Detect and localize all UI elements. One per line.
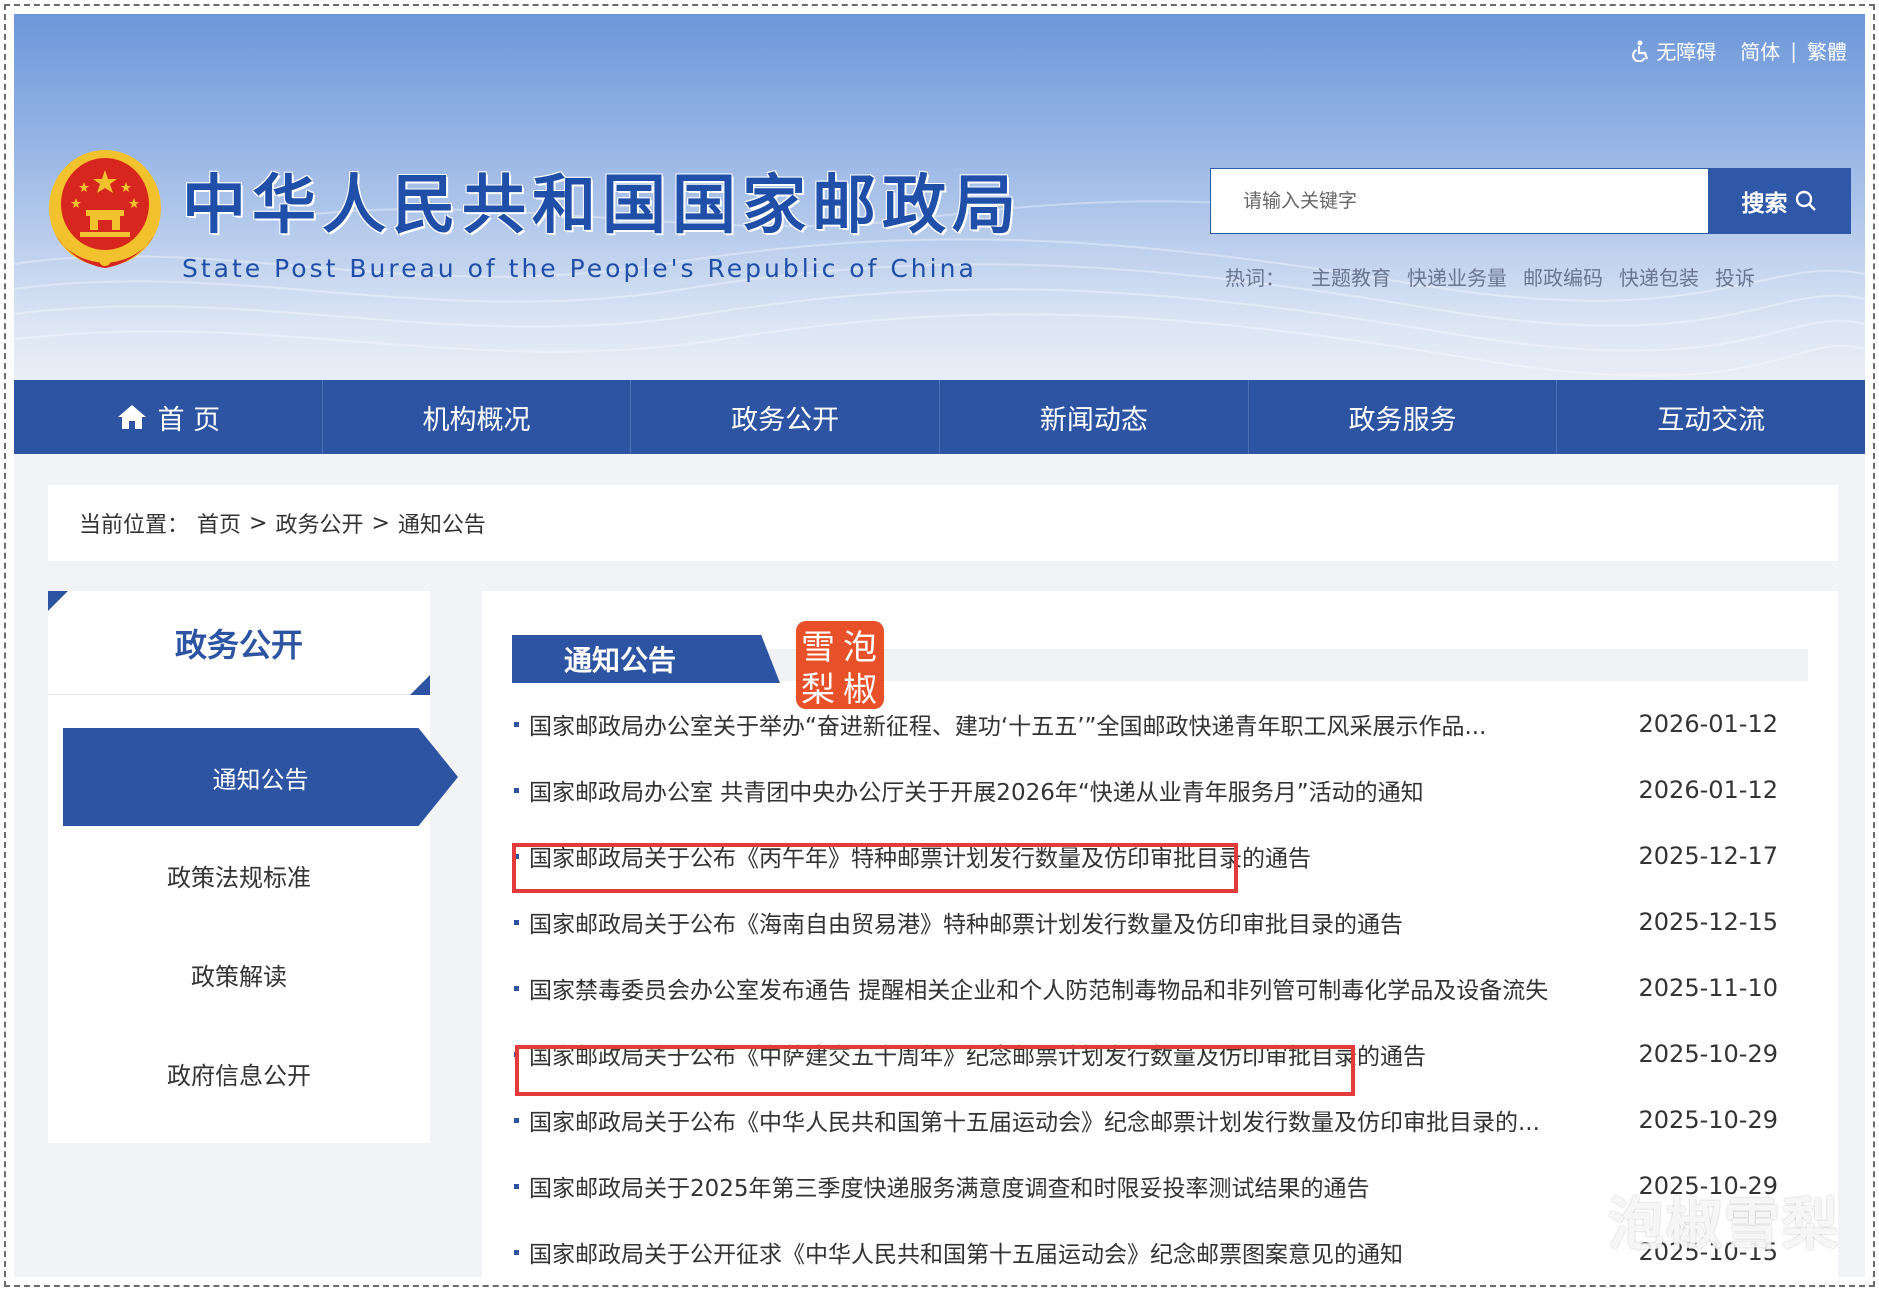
bullet-icon [514, 721, 519, 727]
top-links: 无障碍 简体 | 繁體 [1632, 36, 1847, 65]
sidebar-item-government-info[interactable]: 政府信息公开 [48, 1024, 430, 1122]
page: 无障碍 简体 | 繁體 中华人民共和国国家邮政局 State Post Bure… [14, 14, 1865, 1277]
nav-item-label: 机构概况 [422, 404, 531, 436]
news-title[interactable]: 国家邮政局办公室 共青团中央办公厅关于开展2026年“快递从业青年服务月”活动的… [529, 773, 1424, 807]
sidebar-item-policies[interactable]: 政策法规标准 [48, 826, 430, 924]
hotword-link[interactable]: 主题教育 [1311, 262, 1391, 291]
section-title: 通知公告 [512, 635, 780, 683]
news-date: 2025-12-17 [1638, 842, 1778, 870]
nav-item-label: 互动交流 [1657, 404, 1766, 436]
main-content: 通知公告 雪 泡 梨 椒 国家邮政局办公室关于举办“奋进新征程、建功‘十五五’”… [482, 591, 1838, 1277]
bullet-icon [514, 919, 519, 925]
sidebar: 政务公开 通知公告 政策法规标准 政策解读 政府信息公开 [48, 591, 458, 1143]
hotword-link[interactable]: 快递包装 [1619, 262, 1699, 291]
nav-item-home[interactable]: 首 页 [14, 380, 323, 454]
seal-char: 雪 [801, 628, 835, 668]
nav-item-government-affairs[interactable]: 政务公开 [631, 380, 941, 454]
news-title[interactable]: 国家邮政局办公室关于举办“奋进新征程、建功‘十五五’”全国邮政快递青年职工风采展… [529, 707, 1486, 741]
site-title: 中华人民共和国国家邮政局 [182, 169, 1022, 243]
nav-item-label: 首 页 [157, 404, 221, 436]
news-date: 2026-01-12 [1638, 776, 1778, 804]
sidebar-corner-decoration [48, 591, 68, 611]
lang-simplified-link[interactable]: 简体 [1740, 36, 1780, 65]
sidebar-item-notices[interactable]: 通知公告 [63, 728, 458, 826]
news-item[interactable]: 国家邮政局关于公布《中萨建交五十周年》纪念邮票计划发行数量及仿印审批目录的通告 … [512, 1021, 1808, 1087]
site-header: 无障碍 简体 | 繁體 中华人民共和国国家邮政局 State Post Bure… [14, 14, 1865, 380]
watermark-text: 泡椒雪梨 [1608, 1193, 1840, 1258]
nav-item-news[interactable]: 新闻动态 [940, 380, 1249, 454]
home-icon [117, 405, 146, 429]
breadcrumb-separator: > [249, 510, 268, 536]
news-title[interactable]: 国家邮政局关于公开征求《中华人民共和国第十五届运动会》纪念邮票图案意见的通知 [529, 1235, 1403, 1269]
nav-item-organization[interactable]: 机构概况 [323, 380, 632, 454]
site-subtitle: State Post Bureau of the People's Republ… [182, 254, 977, 283]
bullet-icon [514, 787, 519, 793]
hotword-link[interactable]: 邮政编码 [1523, 262, 1603, 291]
hotwords-label: 热词： [1225, 266, 1285, 290]
news-date: 2025-12-15 [1638, 908, 1778, 936]
news-title[interactable]: 国家邮政局关于2025年第三季度快递服务满意度调查和时限妥投率测试结果的通告 [529, 1169, 1370, 1203]
sidebar-corner-decoration [410, 675, 430, 695]
nav-item-interaction[interactable]: 互动交流 [1557, 380, 1865, 454]
national-emblem-icon [49, 150, 161, 268]
bullet-icon [514, 1249, 519, 1255]
hotwords: 热词： 主题教育 快递业务量 邮政编码 快递包装 投诉 [1225, 262, 1755, 291]
accessibility-label: 无障碍 [1656, 40, 1717, 64]
news-item[interactable]: 国家邮政局办公室关于举办“奋进新征程、建功‘十五五’”全国邮政快递青年职工风采展… [512, 691, 1808, 757]
bullet-icon [514, 853, 519, 859]
hotword-link[interactable]: 快递业务量 [1407, 262, 1507, 291]
news-title[interactable]: 国家邮政局关于公布《中萨建交五十周年》纪念邮票计划发行数量及仿印审批目录的通告 [529, 1037, 1426, 1071]
search-box [1210, 168, 1710, 234]
news-date: 2025-10-29 [1638, 1106, 1778, 1134]
breadcrumb-home-link[interactable]: 首页 [197, 507, 241, 539]
news-item[interactable]: 国家邮政局关于公布《中华人民共和国第十五届运动会》纪念邮票计划发行数量及仿印审批… [512, 1087, 1808, 1153]
news-title[interactable]: 国家禁毒委员会办公室发布通告 提醒相关企业和个人防范制毒物品和非列管可制毒化学品… [529, 971, 1548, 1005]
hotword-link[interactable]: 投诉 [1715, 262, 1755, 291]
news-title[interactable]: 国家邮政局关于公布《海南自由贸易港》特种邮票计划发行数量及仿印审批目录的通告 [529, 905, 1403, 939]
search-input[interactable] [1211, 169, 1709, 233]
bullet-icon [514, 1117, 519, 1123]
sidebar-title: 政务公开 [48, 591, 430, 695]
nav-item-label: 政务服务 [1348, 404, 1457, 436]
sidebar-item-label: 通知公告 [212, 765, 309, 794]
search-button-label: 搜索 [1741, 191, 1788, 217]
nav-item-label: 政务公开 [731, 404, 840, 436]
news-item[interactable]: 国家邮政局关于公布《海南自由贸易港》特种邮票计划发行数量及仿印审批目录的通告 2… [512, 889, 1808, 955]
sidebar-item-label: 政策法规标准 [167, 863, 311, 892]
sidebar-item-label: 政府信息公开 [167, 1061, 311, 1090]
news-title[interactable]: 国家邮政局关于公布《中华人民共和国第十五届运动会》纪念邮票计划发行数量及仿印审批… [529, 1103, 1540, 1137]
sidebar-item-policy-interpretation[interactable]: 政策解读 [48, 925, 430, 1023]
breadcrumb-label: 当前位置： [79, 513, 190, 538]
wheelchair-icon [1632, 40, 1649, 62]
news-item[interactable]: 国家禁毒委员会办公室发布通告 提醒相关企业和个人防范制毒物品和非列管可制毒化学品… [512, 955, 1808, 1021]
accessibility-link[interactable]: 无障碍 [1632, 36, 1716, 65]
news-date: 2025-10-29 [1638, 1040, 1778, 1068]
seal-char: 泡 [843, 628, 877, 668]
bullet-icon [514, 985, 519, 991]
sidebar-item-label: 政策解读 [191, 962, 287, 991]
nav-item-services[interactable]: 政务服务 [1249, 380, 1558, 454]
bullet-icon [514, 1183, 519, 1189]
search-icon [1795, 190, 1816, 211]
news-item[interactable]: 国家邮政局关于公布《丙午年》特种邮票计划发行数量及仿印审批目录的通告 2025-… [512, 823, 1808, 889]
search-button[interactable]: 搜索 [1708, 168, 1851, 234]
breadcrumb-affairs-link[interactable]: 政务公开 [275, 507, 363, 539]
breadcrumb-separator: > [371, 510, 390, 536]
news-date: 2026-01-12 [1638, 710, 1778, 738]
news-title[interactable]: 国家邮政局关于公布《丙午年》特种邮票计划发行数量及仿印审批目录的通告 [529, 839, 1311, 873]
lang-traditional-link[interactable]: 繁體 [1807, 36, 1847, 65]
nav-item-label: 新闻动态 [1039, 404, 1148, 436]
breadcrumb: 当前位置： 首页 > 政务公开 > 通知公告 [48, 485, 1838, 561]
bullet-icon [514, 1051, 519, 1057]
lang-separator: | [1790, 38, 1797, 63]
news-item[interactable]: 国家邮政局办公室 共青团中央办公厅关于开展2026年“快递从业青年服务月”活动的… [512, 757, 1808, 823]
news-date: 2025-11-10 [1638, 974, 1778, 1002]
breadcrumb-current[interactable]: 通知公告 [398, 507, 486, 539]
main-nav: 首 页 机构概况 政务公开 新闻动态 政务服务 互动交流 [14, 380, 1865, 454]
